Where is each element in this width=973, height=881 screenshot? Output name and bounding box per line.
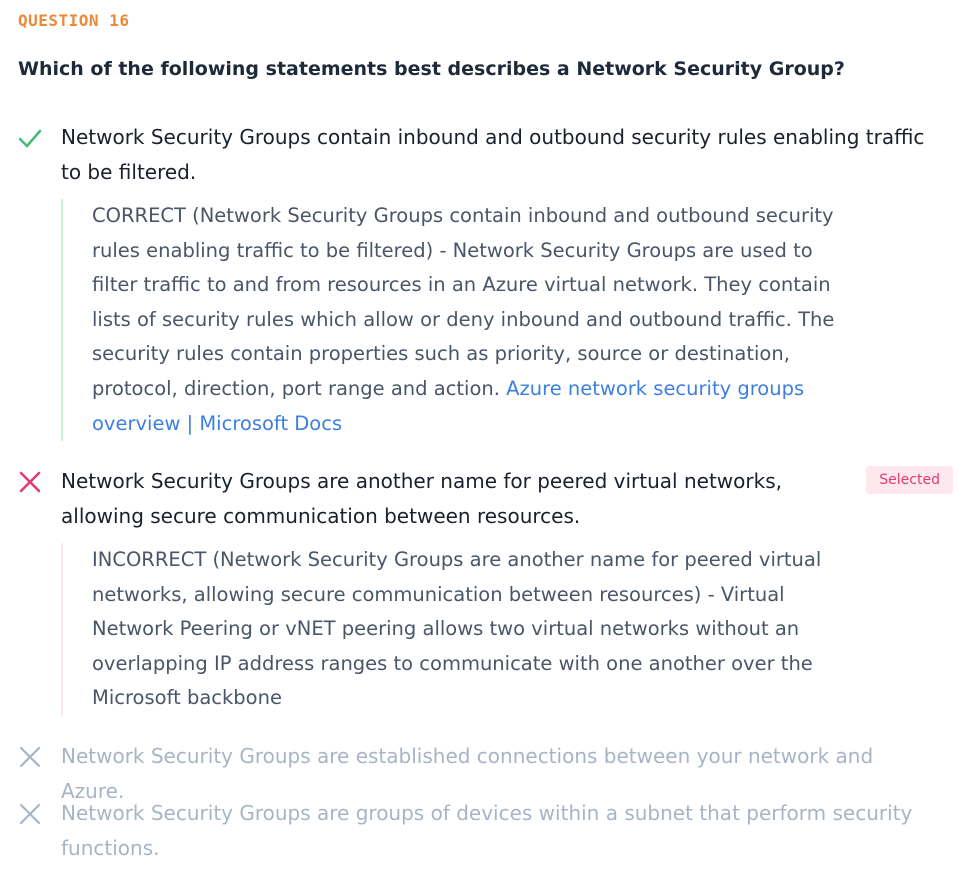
question-text: Which of the following statements best d… xyxy=(18,58,845,80)
selected-badge: Selected xyxy=(866,466,953,494)
explanation-text: INCORRECT (Network Security Groups are a… xyxy=(92,548,822,710)
explanation-text: CORRECT (Network Security Groups contain… xyxy=(92,204,835,400)
answer-option-4: Network Security Groups are groups of de… xyxy=(18,796,953,866)
check-icon xyxy=(18,129,42,148)
answer-text: Network Security Groups contain inbound … xyxy=(61,125,925,184)
cross-icon xyxy=(19,803,41,825)
cross-icon xyxy=(19,471,41,493)
answer-option-1: Network Security Groups contain inbound … xyxy=(18,120,953,442)
answer-text: Network Security Groups are another name… xyxy=(61,469,782,528)
answer-text: Network Security Groups are groups of de… xyxy=(61,801,913,860)
answer-explanation: INCORRECT (Network Security Groups are a… xyxy=(61,543,837,716)
cross-icon xyxy=(19,746,41,768)
answer-explanation: CORRECT (Network Security Groups contain… xyxy=(61,199,837,442)
question-number: QUESTION 16 xyxy=(18,11,130,30)
answer-option-2: Network Security Groups are another name… xyxy=(18,464,953,716)
